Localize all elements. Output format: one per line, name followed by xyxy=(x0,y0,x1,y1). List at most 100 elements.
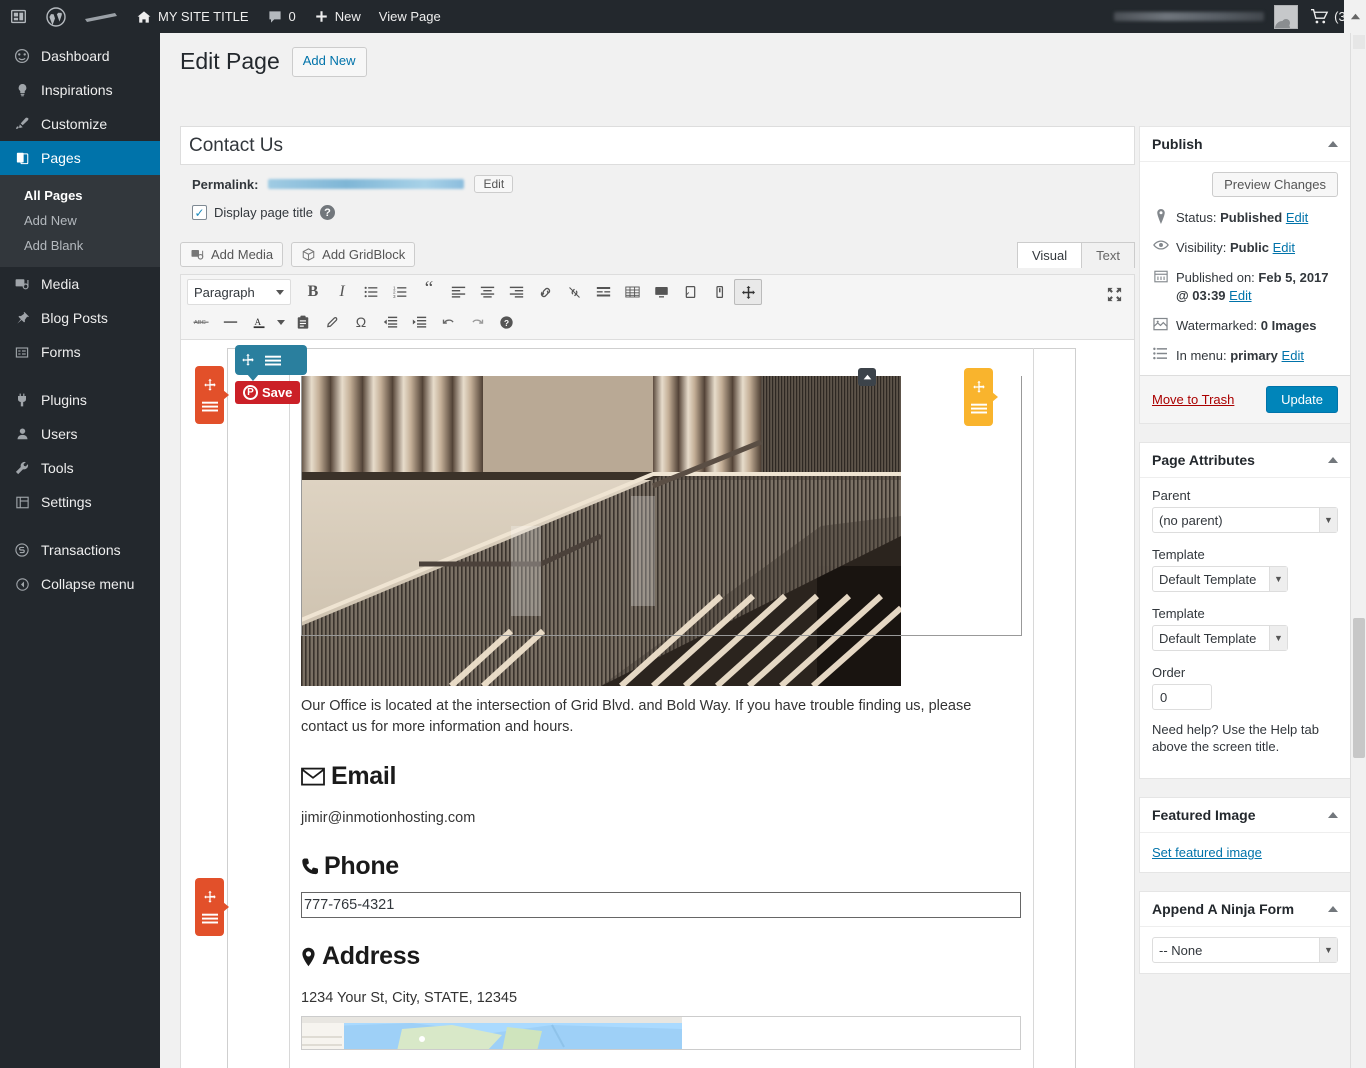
sidebar-subitem-all-pages[interactable]: All Pages xyxy=(0,183,160,208)
move-block-icon[interactable] xyxy=(734,279,762,305)
editor-body[interactable]: Our Office is located at the intersectio… xyxy=(180,339,1135,1068)
sidebar-item-customize[interactable]: Customize xyxy=(0,107,160,141)
outdent-icon[interactable] xyxy=(376,309,404,335)
insert-link-icon[interactable] xyxy=(531,279,559,305)
order-input[interactable]: 0 xyxy=(1152,684,1212,710)
row-drag-handle-phone[interactable] xyxy=(195,878,229,936)
sidebar-item-users[interactable]: Users xyxy=(0,417,160,451)
sidebar-subitem-add-blank[interactable]: Add Blank xyxy=(0,233,160,258)
tab-visual[interactable]: Visual xyxy=(1016,242,1083,268)
phone-heading[interactable]: Phone xyxy=(301,852,399,881)
indent-icon[interactable] xyxy=(405,309,433,335)
sidebar-item-settings[interactable]: Settings xyxy=(0,485,160,519)
chevron-up-icon[interactable] xyxy=(1328,906,1338,912)
permalink-value-redacted[interactable] xyxy=(268,179,465,189)
bulleted-list-icon[interactable] xyxy=(357,279,385,305)
remove-link-icon[interactable] xyxy=(560,279,588,305)
chevron-up-icon[interactable] xyxy=(1328,812,1338,818)
parent-select[interactable]: (no parent) ▼ xyxy=(1152,507,1338,533)
undo-icon[interactable] xyxy=(434,309,462,335)
ninja-form-select[interactable]: -- None ▼ xyxy=(1152,937,1338,963)
page-scrollbar[interactable] xyxy=(1350,33,1366,1068)
email-heading[interactable]: Email xyxy=(301,762,397,791)
updates-icon[interactable] xyxy=(75,0,127,33)
align-right-icon[interactable] xyxy=(502,279,530,305)
intro-paragraph[interactable]: Our Office is located at the intersectio… xyxy=(301,696,991,738)
clear-formatting-icon[interactable] xyxy=(318,309,346,335)
visibility-edit-link[interactable]: Edit xyxy=(1273,240,1295,255)
site-name-menu[interactable]: MY SITE TITLE xyxy=(127,0,258,33)
sidebar-item-tools[interactable]: Tools xyxy=(0,451,160,485)
comments-bubble[interactable]: 0 xyxy=(258,0,305,33)
email-value[interactable]: jimir@inmotionhosting.com xyxy=(301,810,475,826)
scrollbar-thumb[interactable] xyxy=(1353,618,1365,758)
italic-icon[interactable]: I xyxy=(328,279,356,305)
sidebar-item-media[interactable]: Media xyxy=(0,267,160,301)
format-select[interactable]: Paragraph xyxy=(187,279,291,305)
adminbar-corner-toggle[interactable] xyxy=(1344,0,1366,33)
add-new-button[interactable]: Add New xyxy=(291,47,367,77)
text-color-icon[interactable]: A xyxy=(245,309,273,335)
blockquote-icon[interactable]: “ xyxy=(415,279,443,305)
template-select-1[interactable]: Default Template ▼ xyxy=(1152,566,1288,592)
desktop-preview-icon[interactable] xyxy=(647,279,675,305)
scroll-up-button[interactable] xyxy=(858,368,876,386)
sidebar-item-dashboard[interactable]: Dashboard xyxy=(0,39,160,73)
pinterest-save-button[interactable]: P Save xyxy=(235,381,301,404)
ninja-form-header[interactable]: Append A Ninja Form xyxy=(1140,892,1350,927)
sidebar-subitem-add-new[interactable]: Add New xyxy=(0,208,160,233)
paste-as-text-icon[interactable] xyxy=(289,309,317,335)
column-drag-handle[interactable] xyxy=(964,368,998,426)
address-heading[interactable]: Address xyxy=(301,942,420,971)
update-button[interactable]: Update xyxy=(1266,386,1338,413)
status-edit-link[interactable]: Edit xyxy=(1286,210,1308,225)
bold-icon[interactable]: B xyxy=(299,279,327,305)
publish-box-header[interactable]: Publish xyxy=(1140,127,1350,162)
sidebar-item-transactions[interactable]: Transactions xyxy=(0,533,160,567)
move-to-trash-link[interactable]: Move to Trash xyxy=(1152,392,1234,407)
page-title-input[interactable]: Contact Us xyxy=(180,126,1135,165)
sidebar-item-inspirations[interactable]: Inspirations xyxy=(0,73,160,107)
table-icon[interactable] xyxy=(618,279,646,305)
read-more-icon[interactable] xyxy=(589,279,617,305)
wp-logo-alt-icon[interactable] xyxy=(0,0,37,33)
sidebar-item-collapse-menu[interactable]: Collapse menu xyxy=(0,567,160,601)
sidebar-item-pages[interactable]: Pages xyxy=(0,141,168,175)
view-page-link[interactable]: View Page xyxy=(370,0,450,33)
row-drag-handle-top[interactable] xyxy=(195,366,229,424)
sidebar-item-forms[interactable]: Forms xyxy=(0,335,160,369)
help-icon[interactable]: ? xyxy=(320,205,335,220)
page-attributes-header[interactable]: Page Attributes xyxy=(1140,443,1350,478)
align-left-icon[interactable] xyxy=(444,279,472,305)
tablet-preview-icon[interactable] xyxy=(676,279,704,305)
distraction-free-icon[interactable] xyxy=(1100,281,1128,307)
horizontal-rule-icon[interactable] xyxy=(216,309,244,335)
sidebar-item-plugins[interactable]: Plugins xyxy=(0,383,160,417)
add-media-button[interactable]: Add Media xyxy=(180,242,284,267)
permalink-edit-button[interactable]: Edit xyxy=(474,175,514,193)
chevron-up-icon[interactable] xyxy=(1328,141,1338,147)
map-embed[interactable] xyxy=(301,1016,1021,1050)
display-page-title-checkbox[interactable]: ✓ xyxy=(192,205,207,220)
block-controls[interactable] xyxy=(235,345,307,381)
redo-icon[interactable] xyxy=(463,309,491,335)
address-value[interactable]: 1234 Your St, City, STATE, 12345 xyxy=(301,990,517,1006)
set-featured-image-link[interactable]: Set featured image xyxy=(1152,845,1262,860)
new-content-menu[interactable]: New xyxy=(305,0,370,33)
align-center-icon[interactable] xyxy=(473,279,501,305)
template-select-2[interactable]: Default Template ▼ xyxy=(1152,625,1288,651)
phone-value-field[interactable]: 777-765-4321 xyxy=(301,892,1021,918)
avatar[interactable] xyxy=(1274,4,1299,29)
mobile-preview-icon[interactable] xyxy=(705,279,733,305)
content-image[interactable] xyxy=(301,376,901,686)
scrollbar-track-top[interactable] xyxy=(1353,35,1365,49)
featured-image-header[interactable]: Featured Image xyxy=(1140,798,1350,833)
published-edit-link[interactable]: Edit xyxy=(1229,288,1251,303)
keyboard-shortcuts-icon[interactable]: ? xyxy=(492,309,520,335)
strikethrough-icon[interactable]: ABC xyxy=(187,309,215,335)
preview-changes-button[interactable]: Preview Changes xyxy=(1212,172,1338,197)
wordpress-logo-icon[interactable] xyxy=(37,0,75,33)
chevron-up-icon[interactable] xyxy=(1328,457,1338,463)
account-name-redacted[interactable] xyxy=(1114,12,1265,21)
tab-text[interactable]: Text xyxy=(1081,242,1135,268)
